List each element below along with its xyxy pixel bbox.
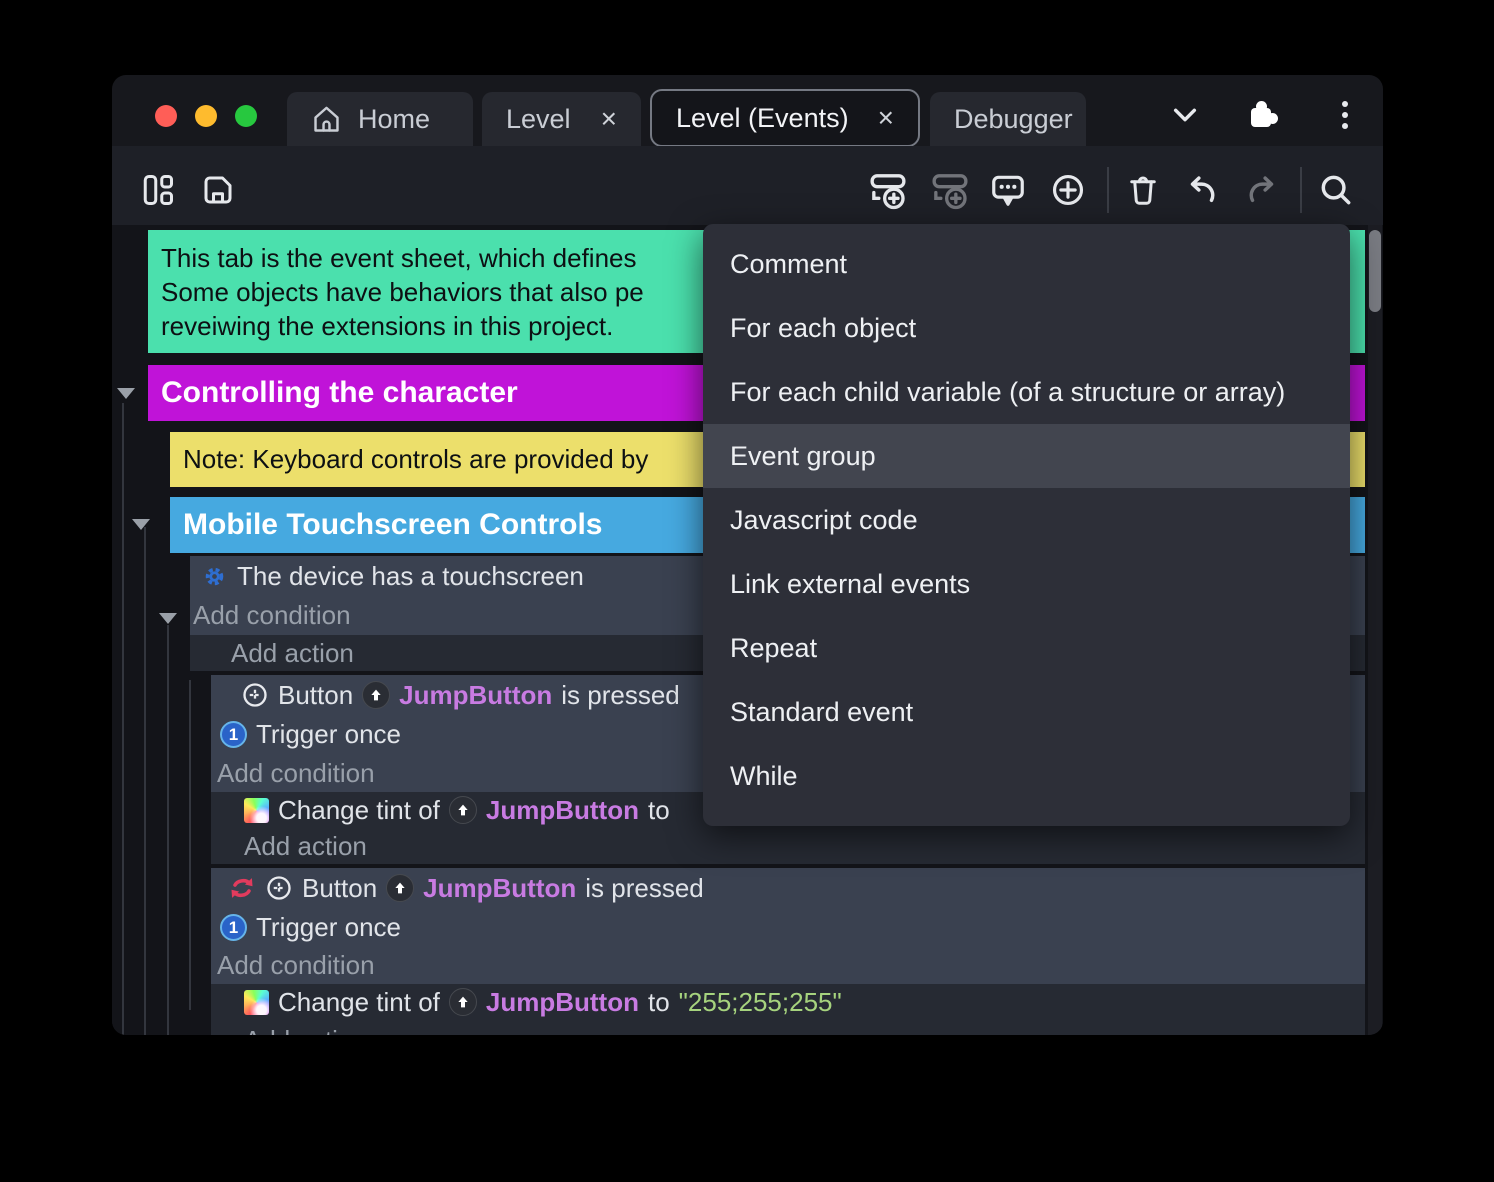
toolbar <box>112 146 1383 225</box>
add-condition-link[interactable]: Add condition <box>217 950 375 981</box>
undo-icon[interactable] <box>1179 167 1225 213</box>
condition-text[interactable]: Trigger once <box>256 719 401 750</box>
close-window-button[interactable] <box>155 105 177 127</box>
group-title: Mobile Touchscreen Controls <box>183 508 603 542</box>
jumpbutton-object-icon <box>449 988 477 1016</box>
close-icon[interactable]: × <box>878 102 894 134</box>
action-change-tint-2[interactable]: Change tint of JumpButton to "255;255;25… <box>211 984 1365 1020</box>
addons-puzzle-icon[interactable] <box>1241 93 1285 137</box>
condition-text[interactable]: Trigger once <box>256 912 401 943</box>
indent-guide <box>122 403 124 1035</box>
collapse-arrow-icon[interactable] <box>117 388 135 399</box>
add-comment-icon[interactable] <box>985 167 1031 213</box>
delete-icon[interactable] <box>1120 167 1166 213</box>
condition-suffix: is pressed <box>561 680 680 711</box>
menu-item-for-each-child-variable[interactable]: For each child variable (of a structure … <box>703 360 1350 424</box>
object-instance-name: JumpButton <box>423 873 576 904</box>
save-icon[interactable] <box>195 167 241 213</box>
object-instance-name: JumpButton <box>486 795 639 826</box>
add-condition-link[interactable]: Add condition <box>217 758 375 789</box>
jumpbutton-object-icon <box>362 681 390 709</box>
search-icon[interactable] <box>1313 167 1359 213</box>
redo-icon[interactable] <box>1239 167 1285 213</box>
add-action-row[interactable]: Add action <box>211 828 1365 864</box>
menu-item-link-external-events[interactable]: Link external events <box>703 552 1350 616</box>
tint-icon <box>244 798 269 823</box>
toolbar-divider <box>1107 167 1109 213</box>
note-text: Note: Keyboard controls are provided by <box>183 444 648 475</box>
action-text: Change tint of <box>278 987 440 1018</box>
gamepad-button-icon <box>265 874 293 902</box>
tint-icon <box>244 990 269 1015</box>
condition-suffix: is pressed <box>585 873 704 904</box>
trigger-once-icon: 1 <box>220 914 247 941</box>
object-instance-name: JumpButton <box>399 680 552 711</box>
gamepad-button-icon <box>241 681 269 709</box>
tab-debugger-label: Debugger <box>954 104 1073 135</box>
add-action-link[interactable]: Add action <box>244 831 367 862</box>
tab-home[interactable]: Home <box>287 92 473 146</box>
app-window: Home Level × Level (Events) × Debugger <box>112 75 1383 1035</box>
scrollbar-thumb[interactable] <box>1369 230 1381 312</box>
object-name: Button <box>302 873 377 904</box>
inverted-condition-icon <box>228 874 256 902</box>
home-icon <box>311 104 342 135</box>
object-name: Button <box>278 680 353 711</box>
scrollbar-track[interactable] <box>1368 225 1382 1035</box>
add-plus-icon[interactable] <box>1045 167 1091 213</box>
action-text: Change tint of <box>278 795 440 826</box>
add-condition-link[interactable]: Add condition <box>193 600 351 631</box>
chevron-down-icon[interactable] <box>1163 93 1207 137</box>
jumpbutton-object-icon <box>386 874 414 902</box>
add-action-row[interactable]: Add action <box>211 1020 1365 1035</box>
tab-level[interactable]: Level × <box>482 92 641 146</box>
group-title: Controlling the character <box>161 376 518 410</box>
collapse-arrow-icon[interactable] <box>159 613 177 624</box>
tab-level-events-label: Level (Events) <box>676 103 849 134</box>
action-value: "255;255;255" <box>679 987 842 1018</box>
gear-icon <box>201 563 228 590</box>
menu-item-while[interactable]: While <box>703 744 1350 808</box>
action-text: to <box>648 987 670 1018</box>
add-event-icon[interactable] <box>865 167 911 213</box>
jumpbutton-object-icon <box>449 796 477 824</box>
tab-debugger[interactable]: Debugger <box>930 92 1086 146</box>
indent-guide <box>189 680 191 1010</box>
menu-item-repeat[interactable]: Repeat <box>703 616 1350 680</box>
tab-home-label: Home <box>358 104 430 135</box>
event-block-jumpbutton-2[interactable]: Button JumpButton is pressed 1 Trigger o… <box>211 868 1365 984</box>
object-instance-name: JumpButton <box>486 987 639 1018</box>
menu-item-javascript-code[interactable]: Javascript code <box>703 488 1350 552</box>
indent-guide <box>144 527 146 1035</box>
layout-panels-icon[interactable] <box>135 167 181 213</box>
kebab-menu-icon[interactable] <box>1323 93 1367 137</box>
tab-level-events[interactable]: Level (Events) × <box>650 89 920 147</box>
minimize-window-button[interactable] <box>195 105 217 127</box>
condition-text[interactable]: The device has a touchscreen <box>237 561 584 592</box>
menu-item-for-each-object[interactable]: For each object <box>703 296 1350 360</box>
indent-guide <box>167 625 169 1035</box>
close-icon[interactable]: × <box>601 103 617 135</box>
toolbar-divider <box>1300 167 1302 213</box>
menu-item-standard-event[interactable]: Standard event <box>703 680 1350 744</box>
maximize-window-button[interactable] <box>235 105 257 127</box>
menu-item-comment[interactable]: Comment <box>703 232 1350 296</box>
menu-item-event-group[interactable]: Event group <box>703 424 1350 488</box>
trigger-once-icon: 1 <box>220 721 247 748</box>
add-subevent-icon[interactable] <box>927 167 973 213</box>
add-action-link[interactable]: Add action <box>231 638 354 669</box>
collapse-arrow-icon[interactable] <box>132 519 150 530</box>
action-text: to <box>648 795 670 826</box>
tab-level-label: Level <box>506 104 571 135</box>
add-event-context-menu: Comment For each object For each child v… <box>703 224 1350 826</box>
add-action-link[interactable]: Add action <box>244 1025 367 1036</box>
